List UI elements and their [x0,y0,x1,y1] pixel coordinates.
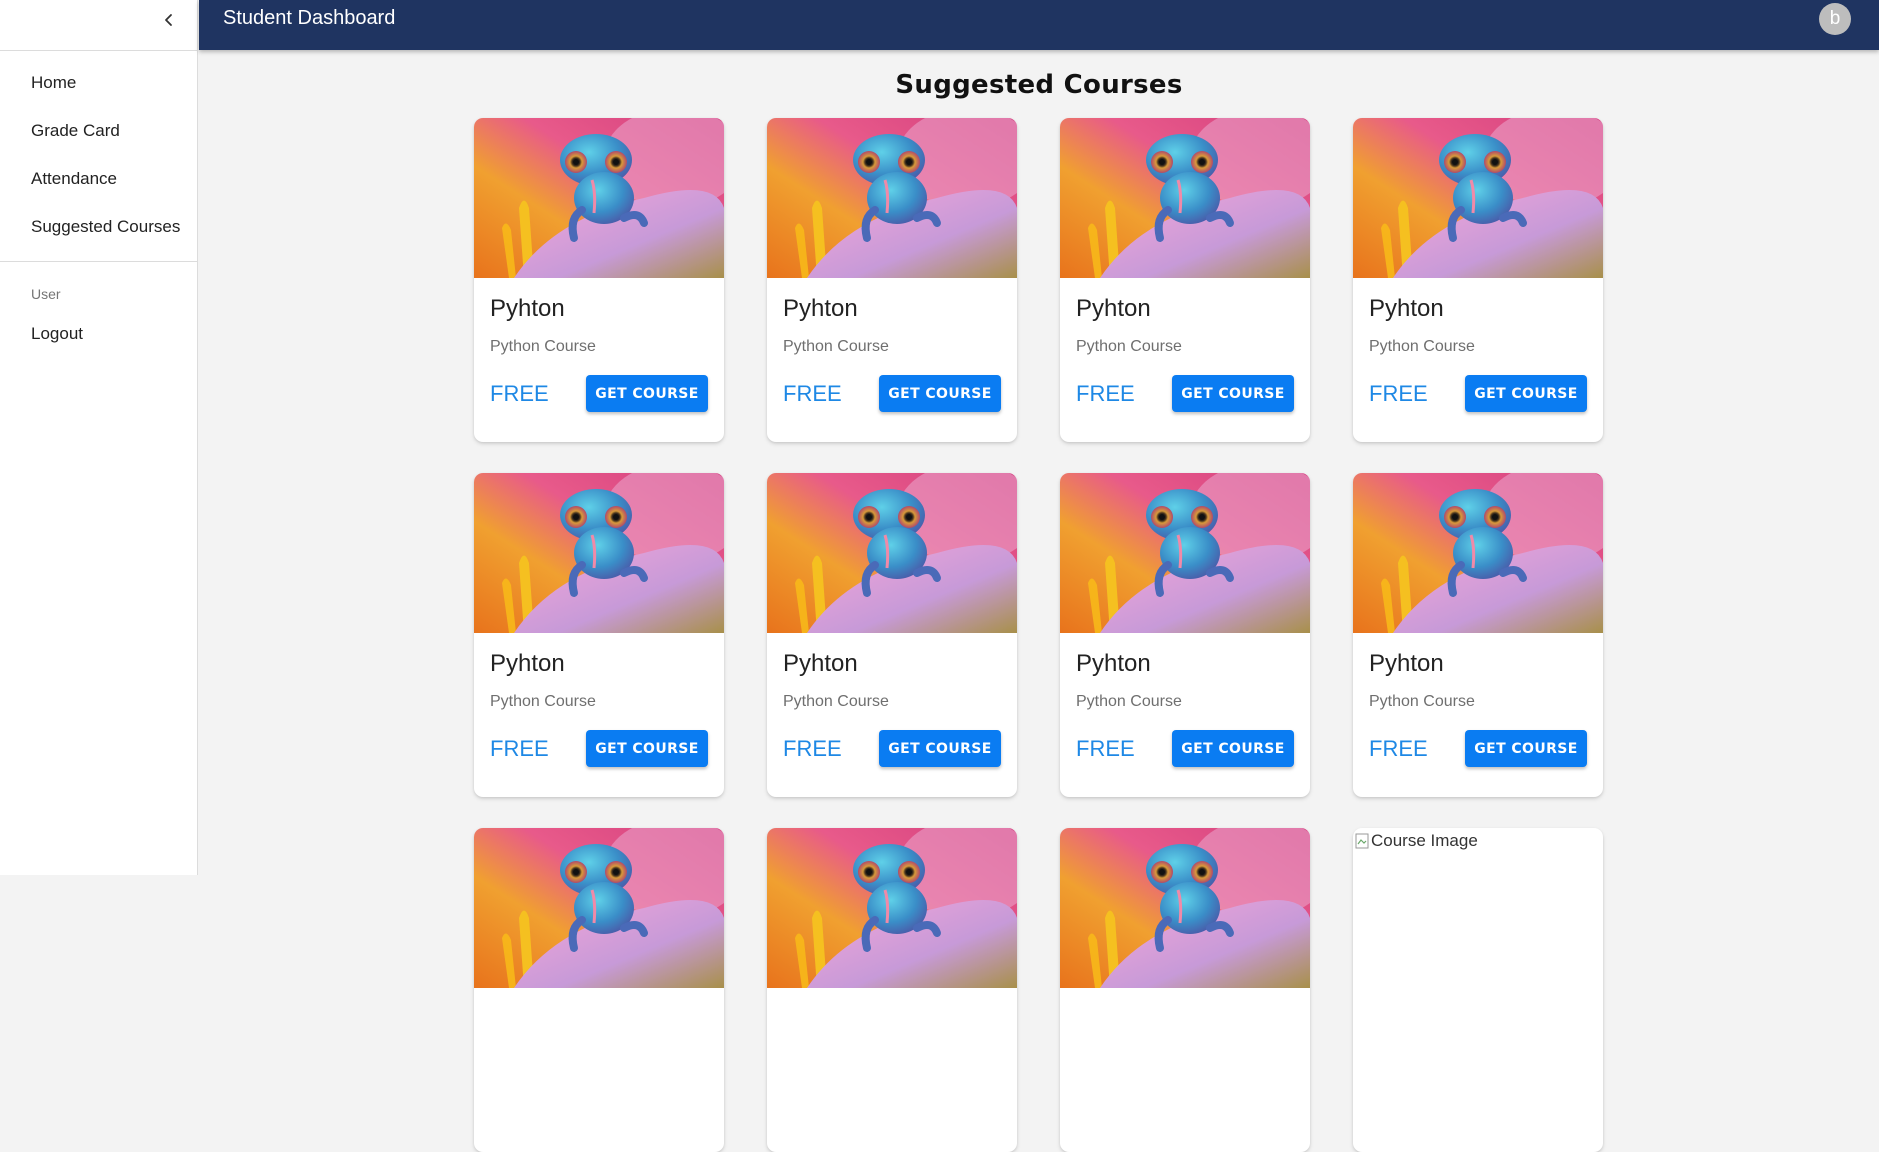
course-price: FREE [783,735,842,761]
course-price: FREE [490,735,549,761]
collapse-sidebar-button[interactable] [155,6,183,34]
course-image [1353,473,1603,633]
app-bar: Student Dashboard b [199,0,1879,50]
course-image [767,118,1017,278]
sidebar-item-label: Home [31,73,77,92]
course-image [474,118,724,278]
course-price: FREE [1076,735,1135,761]
sidebar-item-label: Attendance [31,169,118,188]
sidebar-item-home[interactable]: Home [0,59,197,107]
course-price: FREE [1369,380,1428,406]
course-card: Pyhton Python Course FREE GET COURSE [1353,473,1603,797]
course-title: Pyhton [490,650,565,677]
app-title: Student Dashboard [223,7,396,29]
get-course-button[interactable]: GET COURSE [1465,375,1587,412]
course-image [1353,118,1603,278]
sidebar-item-logout[interactable]: Logout [0,310,197,358]
course-price: FREE [490,380,549,406]
course-image [1060,828,1310,988]
course-description: Python Course [783,338,889,355]
course-description: Python Course [1369,693,1475,710]
get-course-button[interactable]: GET COURSE [586,730,708,767]
course-title: Pyhton [783,650,858,677]
broken-course-image: Course Image [1353,828,1603,851]
course-price: FREE [1076,380,1135,406]
course-image [767,473,1017,633]
course-card [1060,828,1310,1152]
course-image [474,473,724,633]
get-course-button[interactable]: GET COURSE [1172,375,1294,412]
nav-list: Home Grade Card Attendance Suggested Cou… [0,51,197,251]
course-card: Pyhton Python Course FREE GET COURSE [474,473,724,797]
course-card: Pyhton Python Course FREE GET COURSE [1060,473,1310,797]
course-description: Python Course [490,338,596,355]
sidebar-item-label: Grade Card [31,121,120,140]
get-course-button[interactable]: GET COURSE [1465,730,1587,767]
course-card: Pyhton Python Course FREE GET COURSE [1353,118,1603,442]
chevron-left-icon [165,14,172,26]
course-title: Pyhton [490,295,565,322]
sidebar-divider [0,261,197,262]
course-price: FREE [783,380,842,406]
course-image [1060,118,1310,278]
course-description: Python Course [1076,693,1182,710]
sidebar-section-label: User [31,286,61,302]
sidebar-item-label: Logout [31,324,83,343]
course-card [767,828,1017,1152]
course-title: Pyhton [783,295,858,322]
course-description: Python Course [1369,338,1475,355]
sidebar-item-attendance[interactable]: Attendance [0,155,197,203]
course-title: Pyhton [1369,650,1444,677]
course-card: Course Image [1353,828,1603,1152]
course-card: Pyhton Python Course FREE GET COURSE [474,118,724,442]
get-course-button[interactable]: GET COURSE [586,375,708,412]
broken-image-icon [1355,833,1369,849]
course-description: Python Course [490,693,596,710]
course-card: Pyhton Python Course FREE GET COURSE [767,473,1017,797]
course-title: Pyhton [1369,295,1444,322]
broken-image-alt: Course Image [1371,831,1478,850]
sidebar-header [0,0,197,51]
course-title: Pyhton [1076,650,1151,677]
course-image [767,828,1017,988]
course-grid: Pyhton Python Course FREE GET COURSE Pyh… [474,118,1603,1152]
course-description: Python Course [783,693,889,710]
course-card: Pyhton Python Course FREE GET COURSE [767,118,1017,442]
course-card [474,828,724,1152]
course-image [1060,473,1310,633]
page-title: Suggested Courses [895,70,1183,100]
sidebar-item-suggested-courses[interactable]: Suggested Courses [0,203,197,251]
course-image [474,828,724,988]
get-course-button[interactable]: GET COURSE [879,730,1001,767]
sidebar-item-label: Suggested Courses [31,217,181,236]
course-card: Pyhton Python Course FREE GET COURSE [1060,118,1310,442]
course-price: FREE [1369,735,1428,761]
get-course-button[interactable]: GET COURSE [1172,730,1294,767]
course-title: Pyhton [1076,295,1151,322]
get-course-button[interactable]: GET COURSE [879,375,1001,412]
avatar[interactable]: b [1819,3,1851,35]
course-description: Python Course [1076,338,1182,355]
sidebar: Home Grade Card Attendance Suggested Cou… [0,0,198,875]
sidebar-item-grade-card[interactable]: Grade Card [0,107,197,155]
